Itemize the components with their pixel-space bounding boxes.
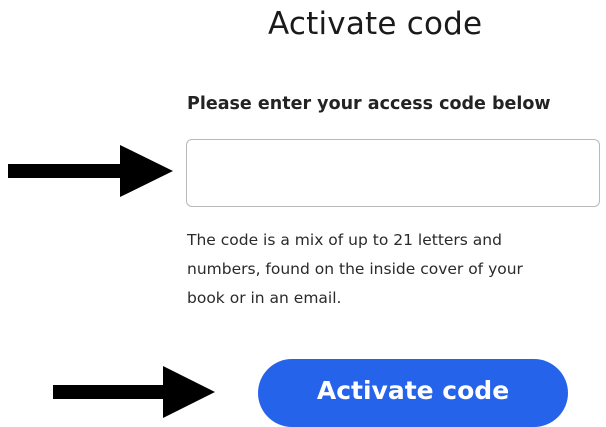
page-title: Activate code bbox=[268, 6, 483, 42]
activate-code-button[interactable]: Activate code bbox=[258, 359, 568, 427]
right-arrow-icon bbox=[53, 366, 215, 418]
help-text: The code is a mix of up to 21 letters an… bbox=[187, 231, 523, 307]
access-code-label: Please enter your access code below bbox=[187, 94, 551, 114]
access-code-input[interactable] bbox=[186, 139, 600, 207]
right-arrow-icon bbox=[8, 145, 173, 197]
